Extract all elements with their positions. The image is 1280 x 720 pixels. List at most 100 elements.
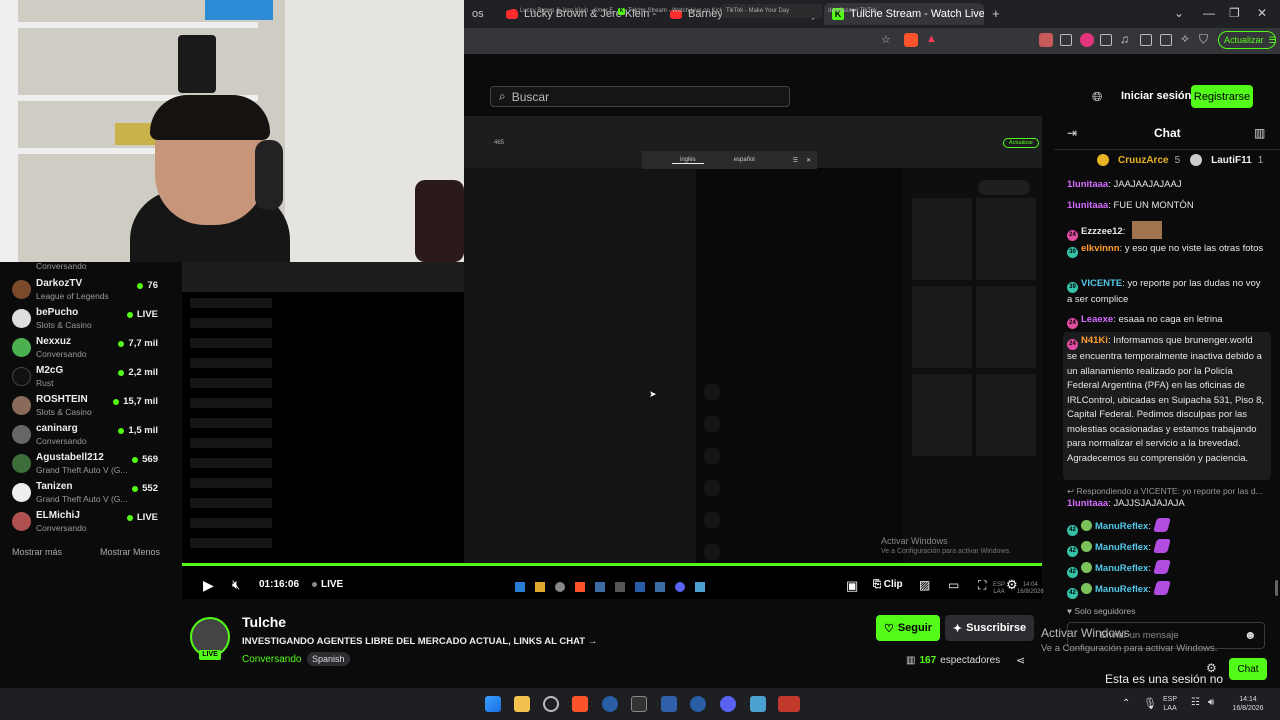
subscribe-button[interactable]: ✦ Suscribirse	[945, 615, 1034, 641]
new-tab-button[interactable]: +	[992, 6, 1000, 21]
follow-button[interactable]: ♡ Seguir	[876, 615, 940, 641]
show-more-button[interactable]: Mostrar más	[12, 547, 62, 557]
sidebar-icon[interactable]	[1140, 34, 1152, 46]
theater-mode-icon[interactable]: ▣	[846, 578, 858, 594]
register-button[interactable]: Registrarse	[1191, 85, 1253, 108]
chat-username[interactable]: 1lunitaaa	[1067, 498, 1108, 509]
browser-tab[interactable]: os	[464, 3, 494, 25]
sidebar-channel[interactable]: ROSHTEIN Slots & Casino 15,7 mil	[12, 394, 170, 425]
sub-badge-icon: 30	[1067, 247, 1078, 258]
sidebar-channel[interactable]: ELMichiJ Conversando LIVE	[12, 510, 170, 541]
extension-icon[interactable]	[1039, 33, 1053, 47]
play-icon[interactable]: ▶	[203, 577, 214, 594]
search-input[interactable]	[511, 89, 772, 104]
update-browser-button[interactable]: Actualizar ☰	[1218, 31, 1277, 49]
live-indicator[interactable]: LIVE	[321, 579, 343, 590]
extension-icon[interactable]	[1080, 33, 1094, 47]
discord-icon[interactable]	[720, 696, 736, 712]
chat-username[interactable]: ManuReflex	[1095, 584, 1148, 595]
vpn-icon[interactable]: ⛉	[1199, 32, 1208, 47]
collapse-chat-icon[interactable]: ⇥	[1067, 126, 1077, 140]
login-link[interactable]: Iniciar sesión	[1121, 90, 1191, 102]
sidebar-channel[interactable]: Tanizen Grand Theft Auto V (G... 552	[12, 481, 170, 512]
chat-username[interactable]: ManuReflex	[1095, 521, 1148, 532]
clock-time: 14:14	[1239, 696, 1257, 703]
brave-rewards-icon[interactable]: ▲	[926, 33, 940, 47]
chat-username[interactable]: 1lunitaaa	[1067, 179, 1108, 190]
volume-icon[interactable]: 🔊︎	[1208, 697, 1214, 708]
emoji-icon[interactable]: ☻	[1244, 628, 1257, 642]
share-icon[interactable]: ⋖	[1016, 654, 1025, 667]
show-less-button[interactable]: Mostrar Menos	[100, 547, 160, 557]
chat-users-icon[interactable]: ▥	[1254, 126, 1265, 140]
system-clock[interactable]: 14:14 16/8/2026	[1228, 695, 1268, 713]
quality-icon[interactable]: ▨	[919, 578, 930, 592]
app-icon[interactable]	[602, 696, 618, 712]
network-icon[interactable]: ☷	[1191, 697, 1200, 708]
inner-taskbar-icon	[535, 582, 545, 592]
chat-username[interactable]: N41Ki	[1081, 335, 1108, 346]
inner-datetime: 14:04 16/8/2026	[1017, 582, 1044, 596]
chat-username[interactable]: VICENTE	[1081, 278, 1122, 289]
streaming-app-icon[interactable]	[778, 696, 800, 712]
fullscreen-icon[interactable]: ⛶	[978, 578, 986, 593]
app-icon[interactable]	[690, 696, 706, 712]
gifter-count: 1	[1257, 154, 1264, 166]
chat-username[interactable]: ManuReflex	[1095, 542, 1148, 553]
settings-gear-icon[interactable]: ⚙	[1006, 577, 1018, 593]
tray-chevron-icon[interactable]: ⌃	[1122, 698, 1130, 709]
file-explorer-icon[interactable]	[514, 696, 530, 712]
minimize-button[interactable]: —	[1203, 6, 1215, 20]
viewer-count-display: ▥ 167 espectadores	[906, 655, 1000, 666]
close-window-button[interactable]: ✕	[1257, 6, 1267, 20]
inner-skeleton	[190, 438, 272, 448]
sub-badge-icon: 39	[1067, 282, 1078, 293]
leo-ai-icon[interactable]: ✧	[1180, 32, 1190, 46]
bookmark-icon[interactable]: ☆	[881, 33, 891, 46]
extension-icon[interactable]	[1060, 34, 1072, 46]
clip-button[interactable]: ⎘ Clip	[873, 579, 903, 590]
windows-start-icon[interactable]	[485, 696, 501, 712]
brave-shield-icon[interactable]	[904, 33, 918, 47]
stream-title: INVESTIGANDO AGENTES LIBRE DEL MERCADO A…	[242, 636, 598, 647]
media-icon[interactable]: ♫	[1120, 32, 1129, 46]
mute-icon[interactable]: 🔇︎	[232, 577, 240, 593]
sidebar-channel[interactable]: Nexxuz Conversando 7,7 mil	[12, 336, 170, 367]
streamer-name[interactable]: Tulche	[242, 614, 286, 630]
sidebar-channel[interactable]: M2cG Rust 2,2 mil	[12, 365, 170, 396]
pip-icon[interactable]: ▭	[948, 578, 959, 592]
brave-browser-icon[interactable]	[572, 696, 588, 712]
maximize-button[interactable]: ❐	[1229, 6, 1240, 20]
powershell-icon[interactable]	[661, 696, 677, 712]
inner-dot	[703, 415, 721, 433]
globe-icon[interactable]: 🌐︎	[1092, 89, 1102, 105]
chat-username[interactable]: 1lunitaaa	[1067, 200, 1108, 211]
gifter-name[interactable]: CruuzArce	[1118, 155, 1169, 166]
chat-scrollbar[interactable]	[1275, 580, 1278, 596]
sidebar-channel[interactable]: caninarg Conversando 1,5 mil	[12, 423, 170, 454]
tab-search-icon[interactable]: ⌄	[1174, 6, 1184, 20]
chat-username[interactable]: elkvinnn	[1081, 243, 1120, 254]
extensions-puzzle-icon[interactable]	[1100, 34, 1112, 46]
chat-text: FUE UN MONTÓN	[1113, 200, 1194, 211]
sidebar-channel[interactable]: DarkozTV League of Legends 76	[12, 278, 170, 309]
stream-category[interactable]: Conversando	[242, 654, 301, 665]
video-progress-bar[interactable]	[182, 563, 1042, 566]
settings-app-icon[interactable]	[543, 696, 559, 712]
gifter-name[interactable]: LautiF11	[1211, 155, 1252, 166]
channel-category: Slots & Casino	[36, 320, 92, 330]
sidebar-channel[interactable]: bePucho Slots & Casino LIVE	[12, 307, 170, 338]
language-tag[interactable]: Spanish	[307, 652, 350, 666]
search-box[interactable]: ⌕	[490, 86, 790, 107]
input-language[interactable]: ESP LAA	[1163, 695, 1177, 713]
sidebar-channel[interactable]: Agustabell212 Grand Theft Auto V (G... 569	[12, 452, 170, 483]
chat-message: 39 VICENTE: yo reporte por las dudas no v…	[1067, 278, 1261, 305]
notepad-icon[interactable]	[750, 696, 766, 712]
chat-username[interactable]: Leaexe	[1081, 314, 1113, 325]
chat-username[interactable]: ManuReflex	[1095, 563, 1148, 574]
inner-thumb	[976, 374, 1036, 456]
wallet-icon[interactable]	[1160, 34, 1172, 46]
chat-username[interactable]: Ezzzee12	[1081, 226, 1123, 237]
terminal-icon[interactable]	[631, 696, 647, 712]
microphone-icon[interactable]: 🎙︎	[1143, 697, 1157, 710]
